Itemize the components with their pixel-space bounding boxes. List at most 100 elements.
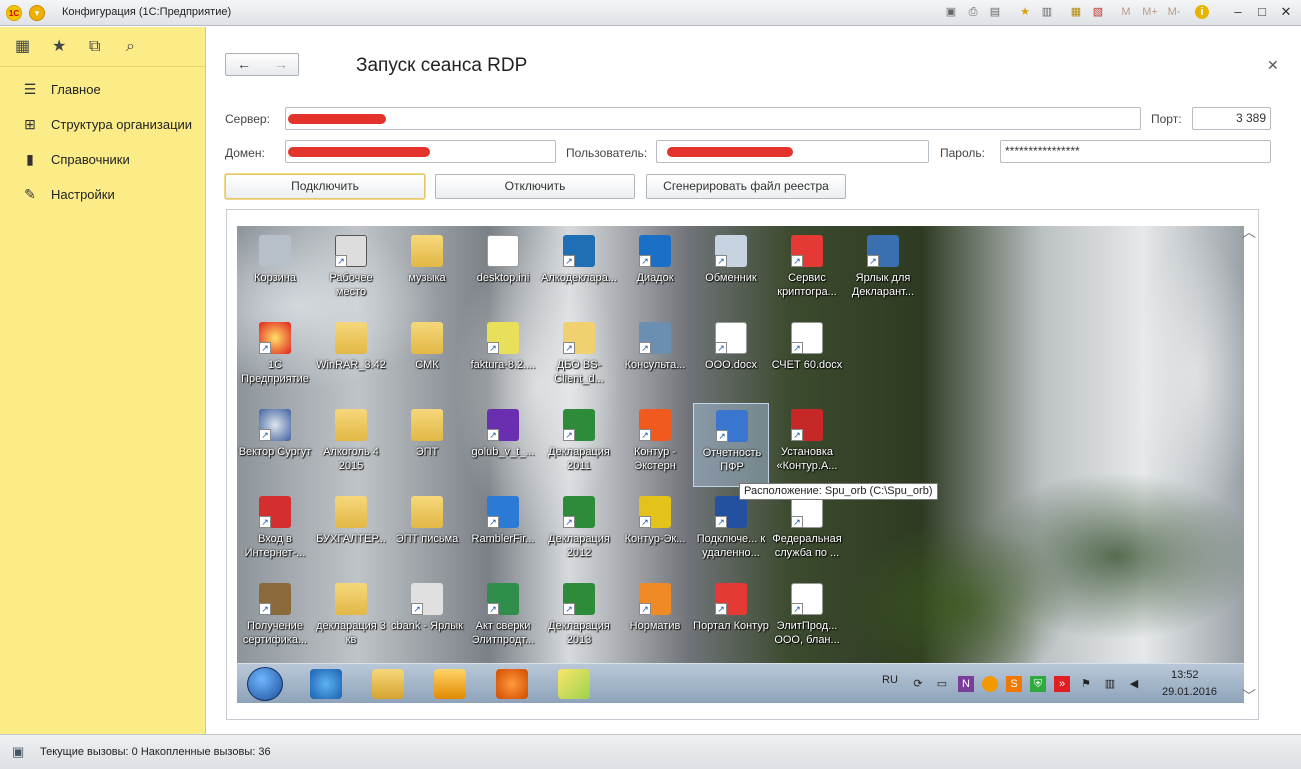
desktop-icon[interactable]: ↗ faktura-8.2.... <box>465 316 541 400</box>
memory-m[interactable]: M <box>1119 5 1133 19</box>
back-arrow-icon[interactable]: ← <box>226 56 262 72</box>
apps-grid-icon[interactable]: ▦ <box>15 39 30 55</box>
tray-orange-icon[interactable] <box>982 676 998 692</box>
calculator-icon[interactable]: ▦ <box>1069 5 1083 19</box>
desktop-icon[interactable]: ↗ 1С Предприятие <box>237 316 313 400</box>
tray-crypto-icon[interactable]: » <box>1054 676 1070 692</box>
desktop-icon[interactable]: ЭПТ письма <box>389 490 465 574</box>
sidebar-item-org-structure[interactable]: ⊞ Структура организации <box>0 110 205 140</box>
server-field[interactable] <box>285 107 1141 130</box>
desktop-icon[interactable]: ↗ Подключе... к удаленно... <box>693 490 769 574</box>
calendar-icon[interactable]: ▧ <box>1091 5 1105 19</box>
desktop-icon[interactable]: ↗ Ярлык для Декларант... <box>845 229 921 313</box>
desktop-icon[interactable]: Алкоголь 4 2015 <box>313 403 389 487</box>
info-icon[interactable]: i <box>1195 5 1209 19</box>
desktop-icon[interactable]: ↗ ДБО BS-Client_d... <box>541 316 617 400</box>
minimize-button[interactable]: – <box>1227 3 1249 21</box>
tray-flag-icon[interactable]: ⚑ <box>1078 676 1094 692</box>
desktop-icon[interactable]: ↗ Вектор Сургут <box>237 403 313 487</box>
desktop-icon[interactable]: ↗ Рабочее место <box>313 229 389 313</box>
forward-arrow-icon[interactable]: → <box>263 56 299 72</box>
media-player-icon[interactable] <box>496 669 528 699</box>
desktop-icon[interactable]: музыка <box>389 229 465 313</box>
desktop-icon[interactable]: ↗ Получение сертифика... <box>237 577 313 661</box>
desktop-icon[interactable]: СМК <box>389 316 465 400</box>
sidebar-item-references[interactable]: ▮ Справочники <box>0 145 205 175</box>
port-field[interactable]: 3 389 <box>1192 107 1271 130</box>
desktop-icon[interactable]: ЭПТ <box>389 403 465 487</box>
user-field[interactable] <box>656 140 929 163</box>
preview-icon[interactable]: ▤ <box>988 5 1002 19</box>
desktop-icon[interactable]: ↗ Диадок <box>617 229 693 313</box>
tray-onenote-icon[interactable]: N <box>958 676 974 692</box>
history-icon[interactable]: ⧉ <box>89 39 100 55</box>
sidebar-item-main[interactable]: ☰ Главное <box>0 75 205 105</box>
books-icon: ▮ <box>26 151 34 167</box>
desktop-icon[interactable]: БУХГАЛТЕР... <box>313 490 389 574</box>
desktop-icon[interactable]: ↗ Алкодеклара... <box>541 229 617 313</box>
history-icon[interactable]: ▥ <box>1040 5 1054 19</box>
scroll-up-icon[interactable]: ︿ <box>1242 222 1256 242</box>
tray-network-icon[interactable]: ▥ <box>1102 676 1118 692</box>
generate-registry-button[interactable]: Сгенерировать файл реестра <box>646 174 846 199</box>
desktop-icon[interactable]: ↗ ООО.docx <box>693 316 769 400</box>
save-icon[interactable]: ▣ <box>944 5 958 19</box>
desktop-icon[interactable]: декларация 3 кв <box>313 577 389 661</box>
desktop-icon[interactable]: ↗ Федеральная служба по ... <box>769 490 845 574</box>
desktop-icon[interactable]: WinRAR_3.42 <box>313 316 389 400</box>
desktop-icon[interactable]: ↗ Портал Контур <box>693 577 769 661</box>
remote-desktop[interactable]: Корзина ↗ Рабочее место музыка desktop.ini ↗ А… <box>237 226 1244 703</box>
desktop-icon[interactable]: ↗ СЧЕТ 60.docx <box>769 316 845 400</box>
scroll-down-icon[interactable]: ﹀ <box>1242 686 1256 706</box>
desktop-icon[interactable]: ↗ Вход в Интернет-... <box>237 490 313 574</box>
desktop-icon[interactable]: desktop.ini <box>465 229 541 313</box>
tray-s-icon[interactable]: S <box>1006 676 1022 692</box>
desktop-icon[interactable]: ↗ Акт сверки Элитпродт... <box>465 577 541 661</box>
notes-icon[interactable] <box>558 669 590 699</box>
explorer-icon[interactable] <box>372 669 404 699</box>
language-indicator[interactable]: RU <box>882 674 898 686</box>
desktop-icon[interactable]: ↗ Контур - Экстерн <box>617 403 693 487</box>
connect-button[interactable]: Подключить <box>225 174 425 199</box>
outlook-icon[interactable] <box>434 669 466 699</box>
desktop-icon[interactable]: ↗ RamblerFir... <box>465 490 541 574</box>
desktop-icon[interactable]: ↗ Сервис криптогра... <box>769 229 845 313</box>
desktop-icon[interactable]: ↗ Норматив <box>617 577 693 661</box>
maximize-button[interactable]: □ <box>1251 3 1273 21</box>
desktop-icon[interactable]: ↗ golub_v_t_... <box>465 403 541 487</box>
desktop-icon[interactable]: ↗ Установка «Контур.А... <box>769 403 845 487</box>
desktop-icon[interactable]: ↗ Консульта... <box>617 316 693 400</box>
memory-mplus[interactable]: M+ <box>1140 5 1160 19</box>
clock-date[interactable]: 29.01.2016 <box>1162 686 1217 698</box>
sidebar-item-settings[interactable]: ✎ Настройки <box>0 180 205 210</box>
tray-keyboard-icon[interactable]: ▭ <box>934 676 950 692</box>
clock-time[interactable]: 13:52 <box>1171 669 1199 681</box>
desktop-icon[interactable]: ↗ ЭлитПрод... ООО, блан... <box>769 577 845 661</box>
desktop-icon[interactable]: ↗ cbank - Ярлык <box>389 577 465 661</box>
desktop-icon[interactable]: ↗ Декларация 2012 <box>541 490 617 574</box>
favorite-icon[interactable]: ★ <box>1018 5 1032 19</box>
desktop-icon[interactable]: Корзина <box>237 229 313 313</box>
password-field[interactable]: **************** <box>1000 140 1271 163</box>
desktop-icon-label: Норматив <box>629 620 681 632</box>
tray-shield-icon[interactable]: ⛨ <box>1030 676 1046 692</box>
main-menu-icon[interactable]: ▾ <box>29 5 45 21</box>
rdp-viewer[interactable]: Корзина ↗ Рабочее место музыка desktop.ini ↗ А… <box>226 209 1259 720</box>
disconnect-button[interactable]: Отключить <box>435 174 635 199</box>
domain-field[interactable] <box>285 140 556 163</box>
form-close-icon[interactable]: ✕ <box>1267 57 1279 74</box>
star-icon[interactable]: ★ <box>52 39 66 55</box>
desktop-icon[interactable]: ↗ Отчетность ПФР <box>693 403 769 487</box>
tray-volume-icon[interactable]: ◀ <box>1126 676 1142 692</box>
desktop-icon[interactable]: ↗ Контур-Эк... <box>617 490 693 574</box>
desktop-icon[interactable]: ↗ Обменник <box>693 229 769 313</box>
desktop-icon[interactable]: ↗ Декларация 2011 <box>541 403 617 487</box>
print-icon[interactable]: ⎙ <box>966 5 980 19</box>
close-button[interactable]: ✕ <box>1275 3 1297 21</box>
memory-mminus[interactable]: M- <box>1164 5 1184 19</box>
ie-icon[interactable] <box>310 669 342 699</box>
windows-start-button[interactable] <box>247 667 283 701</box>
search-icon[interactable]: ⌕ <box>126 39 135 55</box>
tray-sync-icon[interactable]: ⟳ <box>910 676 926 692</box>
desktop-icon[interactable]: ↗ Декларация 2013 <box>541 577 617 661</box>
